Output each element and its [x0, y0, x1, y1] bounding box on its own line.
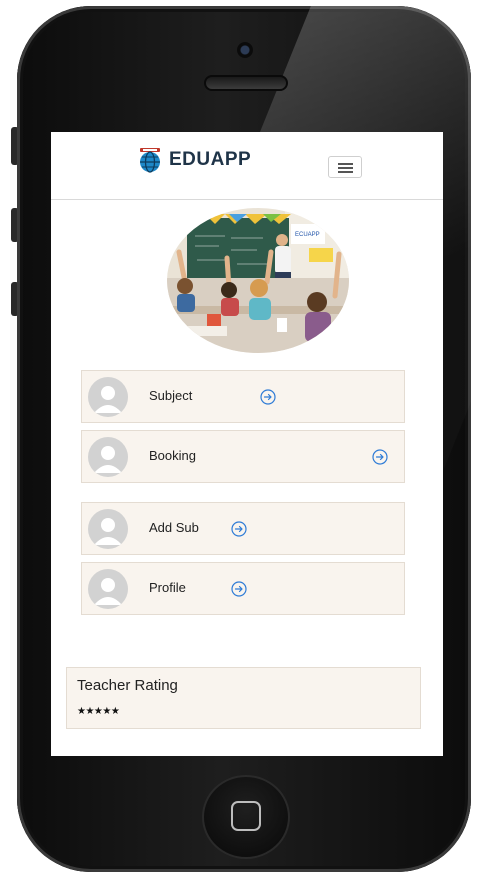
hamburger-line: [338, 167, 353, 169]
navbar: EDUAPP: [51, 132, 443, 200]
person-placeholder-icon: [94, 446, 122, 473]
avatar: [88, 569, 128, 609]
arrow-right-circle-icon[interactable]: [231, 521, 247, 537]
person-placeholder-icon: [94, 518, 122, 545]
board-label: ECUAPP: [295, 232, 320, 238]
earpiece-speaker: [204, 75, 288, 91]
arrow-right-circle-icon[interactable]: [231, 581, 247, 597]
rating-title: Teacher Rating: [77, 677, 178, 694]
avatar: [88, 509, 128, 549]
classroom-hero-image: ECUAPP: [167, 208, 349, 353]
menu-card-booking[interactable]: Booking: [81, 430, 405, 483]
home-square-icon: [231, 801, 261, 831]
teacher-rating-card: Teacher Rating ★★★★★: [66, 667, 421, 729]
star-rating: ★★★★★: [77, 706, 120, 717]
arrow-right-circle-icon[interactable]: [372, 449, 388, 465]
menu-card-add-sub[interactable]: Add Sub: [81, 502, 405, 555]
navbar-toggler-button[interactable]: [328, 156, 362, 178]
hamburger-line: [338, 171, 353, 173]
avatar: [88, 437, 128, 477]
menu-card-subject[interactable]: Subject: [81, 370, 405, 423]
menu-label-profile: Profile: [149, 580, 186, 595]
person-placeholder-icon: [94, 578, 122, 605]
menu-label-subject: Subject: [149, 388, 193, 403]
person-placeholder-icon: [94, 386, 122, 413]
avatar: [88, 377, 128, 417]
globe-logo-icon: [140, 148, 160, 173]
brand-name: EDUAPP: [169, 149, 252, 170]
menu-card-profile[interactable]: Profile: [81, 562, 405, 615]
front-camera: [237, 42, 253, 58]
menu-label-add-sub: Add Sub: [149, 520, 199, 535]
app-screen: EDUAPP ECUAPP Subject Booking Add Sub Pr…: [51, 132, 443, 756]
hamburger-line: [338, 163, 353, 165]
brand[interactable]: EDUAPP: [137, 147, 251, 173]
home-button[interactable]: [202, 775, 290, 859]
menu-label-booking: Booking: [149, 448, 196, 463]
arrow-right-circle-icon[interactable]: [260, 389, 276, 405]
